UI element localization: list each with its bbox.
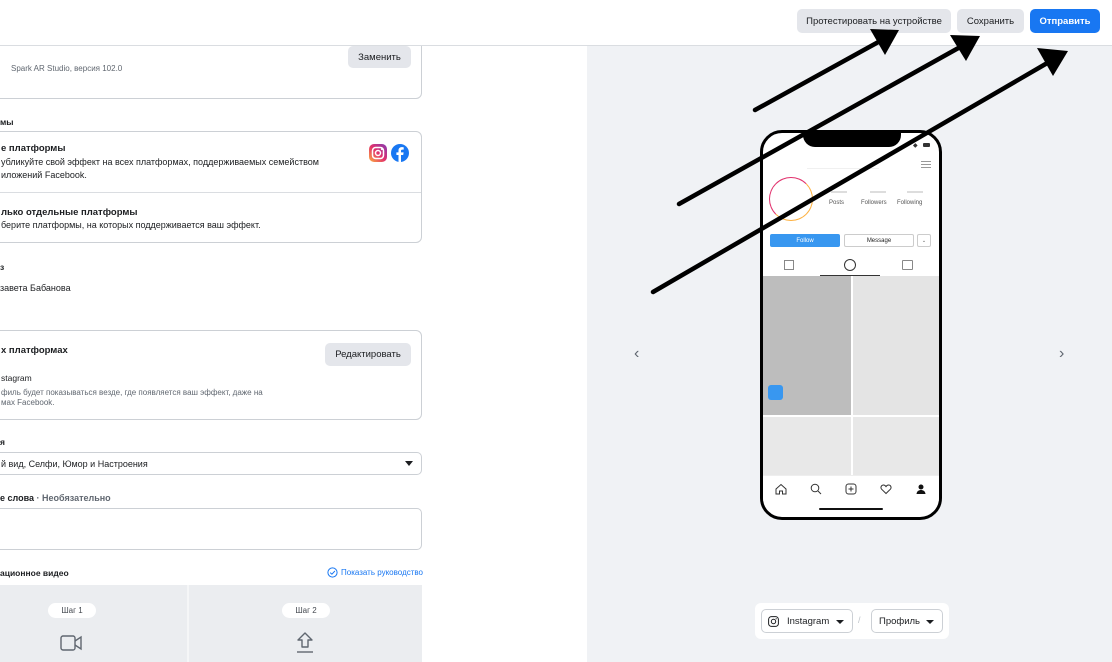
suggested-dropdown-icon[interactable]: ⌄ <box>917 234 931 247</box>
avatar <box>769 177 813 221</box>
username-placeholder <box>807 155 879 169</box>
posts-count-placeholder <box>831 191 847 193</box>
instagram-icon <box>768 615 779 627</box>
owner-section-label: з <box>0 262 5 272</box>
search-icon[interactable] <box>810 483 822 495</box>
message-button[interactable]: Message <box>844 234 914 247</box>
effect-grid-item[interactable] <box>853 276 939 415</box>
preview-panel: ‹ › ◆ Posts Followers Following Follow M… <box>587 46 1112 662</box>
display-note-line2: мах Facebook. <box>1 398 55 407</box>
caret-down-icon <box>926 620 934 624</box>
replace-button[interactable]: Заменить <box>348 46 411 68</box>
caret-down-icon <box>836 620 844 624</box>
option-specific-desc: берите платформы, на которых поддерживае… <box>1 220 261 230</box>
instagram-icon <box>369 144 387 162</box>
option-all-desc-line1: убликуйте свой эффект на всех платформах… <box>1 157 319 167</box>
step-1-panel: Шаг 1 <box>0 585 187 662</box>
step-1-label: Шаг 1 <box>48 603 96 618</box>
platform-select[interactable]: Instagram <box>761 609 853 633</box>
display-note-line1: филь будет показываться везде, где появл… <box>1 388 263 397</box>
tagged-tab-icon[interactable] <box>902 260 913 270</box>
keywords-input[interactable] <box>0 508 422 550</box>
phone-preview: ◆ Posts Followers Following Follow Messa… <box>760 130 942 520</box>
platforms-section-label: мы <box>0 117 14 127</box>
display-title: х платформах <box>1 345 68 356</box>
profile-display-card: х платформах Редактировать stagram филь … <box>0 330 422 420</box>
options-divider <box>0 192 421 193</box>
effects-tab-icon[interactable] <box>844 259 856 271</box>
show-guide-link[interactable]: Показать руководство <box>327 567 423 578</box>
form-panel: Spark AR Studio, версия 102.0 Заменить м… <box>0 46 587 662</box>
follow-button[interactable]: Follow <box>770 234 840 247</box>
studio-version: Spark AR Studio, версия 102.0 <box>11 64 123 73</box>
chevron-right-icon[interactable]: › <box>1059 345 1064 363</box>
facebook-icon <box>391 144 409 162</box>
home-indicator <box>819 508 883 510</box>
top-bar: Протестировать на устройстве Сохранить О… <box>0 0 1112 46</box>
effect-grid-item[interactable] <box>763 417 851 475</box>
bottom-nav <box>763 475 939 501</box>
followers-label: Followers <box>861 200 887 206</box>
step-2-panel: Шаг 2 <box>189 585 422 662</box>
option-all-title: е платформы <box>1 143 66 154</box>
keywords-label: е слова · Необязательно <box>0 493 111 503</box>
grid-tab-icon[interactable] <box>784 260 794 270</box>
preview-controls: Instagram / Профиль <box>755 603 949 639</box>
posts-label: Posts <box>829 200 845 206</box>
video-label: ационное видео <box>0 568 69 578</box>
chevron-left-icon[interactable]: ‹ <box>634 345 639 363</box>
separator-slash: / <box>858 615 861 625</box>
video-camera-icon <box>60 635 82 651</box>
save-button[interactable]: Сохранить <box>957 9 1024 33</box>
mode-select[interactable]: Профиль <box>871 609 943 633</box>
add-post-icon[interactable] <box>845 483 857 495</box>
categories-value: й вид, Селфи, Юмор и Настроения <box>1 459 148 469</box>
platform-options-card: е платформы убликуйте свой эффект на все… <box>0 131 422 243</box>
heart-icon[interactable] <box>880 483 892 495</box>
option-specific-title: лько отдельные платформы <box>1 207 138 218</box>
categories-label: я <box>0 437 5 447</box>
effect-badge-icon <box>768 385 783 400</box>
test-on-device-button[interactable]: Протестировать на устройстве <box>797 9 951 33</box>
owner-name: завета Бабанова <box>0 283 71 293</box>
profile-icon[interactable] <box>915 483 927 495</box>
followers-count-placeholder <box>870 191 886 193</box>
following-label: Following <box>897 200 923 206</box>
step-2-label: Шаг 2 <box>282 603 330 618</box>
video-steps: Шаг 1 Шаг 2 <box>0 585 422 662</box>
option-all-desc-line2: иложений Facebook. <box>1 170 87 180</box>
home-icon[interactable] <box>775 483 787 495</box>
display-platform: stagram <box>1 373 32 383</box>
check-circle-icon <box>327 567 338 578</box>
phone-notch <box>803 133 901 147</box>
effect-file-card: Spark AR Studio, версия 102.0 Заменить <box>0 46 422 99</box>
submit-button[interactable]: Отправить <box>1030 9 1100 33</box>
following-count-placeholder <box>907 191 923 193</box>
menu-icon[interactable] <box>921 161 931 168</box>
effect-grid-item[interactable] <box>853 417 939 475</box>
caret-down-icon <box>405 461 413 466</box>
edit-button[interactable]: Редактировать <box>325 343 411 366</box>
battery-icon <box>923 143 930 147</box>
upload-icon[interactable] <box>295 631 315 655</box>
wifi-icon: ◆ <box>913 143 918 149</box>
categories-select[interactable]: й вид, Селфи, Юмор и Настроения <box>0 452 422 475</box>
